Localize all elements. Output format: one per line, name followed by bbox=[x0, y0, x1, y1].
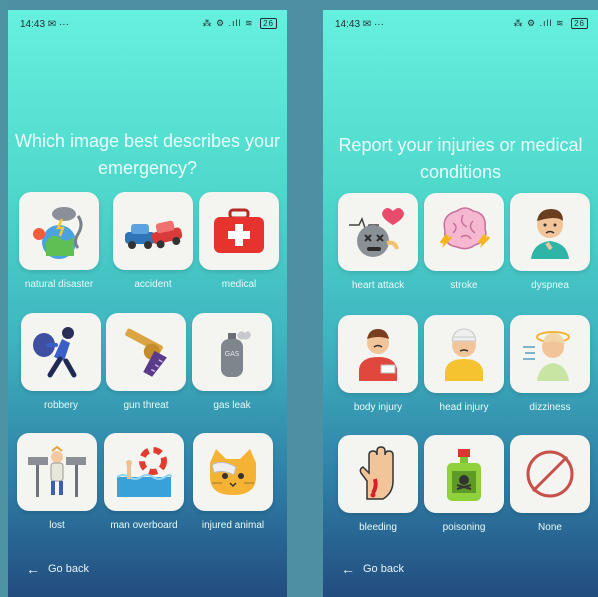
phone-screen-injuries: 14:43 ✉ ··· ⁂ ⚙ .ıll ≋ 26 Report your in… bbox=[323, 10, 598, 597]
option-gun-threat[interactable]: gun threat bbox=[106, 313, 186, 411]
page-title: Which image best describes your emergenc… bbox=[14, 131, 281, 178]
brain-stroke-icon bbox=[439, 207, 491, 250]
option-label: dyspnea bbox=[531, 280, 569, 291]
option-bleeding[interactable]: bleeding bbox=[338, 435, 418, 533]
svg-text:GAS: GAS bbox=[225, 350, 240, 358]
background-strip bbox=[0, 0, 8, 597]
option-tile[interactable] bbox=[510, 193, 590, 271]
option-tile[interactable] bbox=[21, 313, 101, 391]
page-title: Report your injuries or medical conditio… bbox=[338, 135, 583, 182]
status-signal-icons: ⁂ ⚙ .ıll ≋ bbox=[202, 18, 254, 28]
option-lost[interactable]: lost bbox=[17, 433, 97, 531]
option-tile[interactable] bbox=[510, 315, 590, 393]
option-tile[interactable] bbox=[104, 433, 184, 511]
option-natural-disaster[interactable]: natural disaster bbox=[19, 192, 99, 290]
option-body-injury[interactable]: body injury bbox=[338, 315, 418, 413]
option-label: None bbox=[538, 522, 562, 533]
option-stroke[interactable]: stroke bbox=[424, 193, 504, 291]
option-tile[interactable] bbox=[424, 193, 504, 271]
robber-icon bbox=[33, 327, 77, 378]
status-time: 14:43 ✉ ··· bbox=[335, 19, 384, 30]
option-head-injury[interactable]: head injury bbox=[424, 315, 504, 413]
option-medical[interactable]: medical bbox=[199, 192, 279, 290]
option-tile[interactable] bbox=[199, 192, 279, 270]
option-label: dizziness bbox=[529, 402, 571, 413]
phone-screen-emergency-type: 14:43 ✉ ··· ⁂ ⚙ .ıll ≋ 26 Which image be… bbox=[8, 10, 287, 597]
none-circle-slash-icon bbox=[526, 450, 574, 498]
breathing-difficulty-icon bbox=[531, 209, 569, 259]
option-dyspnea[interactable]: dyspnea bbox=[510, 193, 590, 291]
option-tile[interactable] bbox=[17, 433, 97, 511]
heart-attack-icon bbox=[349, 208, 404, 257]
option-label: injured animal bbox=[201, 520, 265, 531]
natural-disaster-icon bbox=[33, 207, 83, 259]
dizzy-person-icon bbox=[523, 331, 570, 381]
option-tile[interactable] bbox=[338, 193, 418, 271]
option-gas-leak[interactable]: GAS gas leak bbox=[192, 313, 272, 411]
option-tile[interactable] bbox=[193, 433, 273, 511]
poison-bottle-icon bbox=[447, 449, 481, 501]
option-injured-animal[interactable]: injured animal bbox=[193, 433, 273, 531]
option-tile[interactable] bbox=[338, 315, 418, 393]
option-none[interactable]: None bbox=[510, 435, 590, 533]
go-back-label: Go back bbox=[363, 563, 404, 575]
first-aid-kit-icon bbox=[214, 208, 264, 253]
option-dizziness[interactable]: dizziness bbox=[510, 315, 590, 413]
option-tile[interactable] bbox=[424, 315, 504, 393]
status-bar: 14:43 ✉ ··· ⁂ ⚙ .ıll ≋ 26 bbox=[8, 10, 287, 36]
go-back-button[interactable]: ← Go back bbox=[26, 561, 89, 577]
option-label: gas leak bbox=[213, 400, 251, 411]
car-accident-icon bbox=[125, 220, 183, 249]
go-back-label: Go back bbox=[48, 563, 89, 575]
arrow-left-icon: ← bbox=[341, 561, 355, 577]
option-tile[interactable] bbox=[19, 192, 99, 270]
lifebuoy-water-icon bbox=[116, 447, 172, 497]
battery-icon: 26 bbox=[260, 18, 277, 29]
option-poisoning[interactable]: poisoning bbox=[424, 435, 504, 533]
bandaged-head-icon bbox=[445, 328, 483, 381]
status-icons: ⁂ ⚙ .ıll ≋ 26 bbox=[202, 18, 277, 29]
revolver-icon bbox=[125, 328, 167, 377]
lost-person-signpost-icon bbox=[28, 445, 86, 497]
battery-icon: 26 bbox=[571, 18, 588, 29]
option-tile[interactable] bbox=[338, 435, 418, 513]
option-tile[interactable] bbox=[424, 435, 504, 513]
option-man-overboard[interactable]: man overboard bbox=[104, 433, 184, 531]
option-tile[interactable]: GAS bbox=[192, 313, 272, 391]
option-robbery[interactable]: robbery bbox=[21, 313, 101, 411]
bleeding-hand-icon bbox=[359, 446, 394, 500]
status-signal-icons: ⁂ ⚙ .ıll ≋ bbox=[513, 18, 565, 28]
background-gap bbox=[287, 0, 323, 597]
gas-cylinder-icon: GAS bbox=[221, 331, 251, 377]
option-accident[interactable]: accident bbox=[113, 192, 193, 290]
arrow-left-icon: ← bbox=[26, 561, 40, 577]
status-time: 14:43 ✉ ··· bbox=[20, 19, 69, 30]
status-bar: 14:43 ✉ ··· ⁂ ⚙ .ıll ≋ 26 bbox=[323, 10, 598, 36]
option-label: medical bbox=[221, 279, 257, 290]
option-tile[interactable] bbox=[106, 313, 186, 391]
injured-person-icon bbox=[359, 329, 397, 381]
option-tile[interactable] bbox=[510, 435, 590, 513]
injured-cat-icon bbox=[210, 449, 256, 495]
option-heart-attack[interactable]: heart attack bbox=[338, 193, 418, 291]
go-back-button[interactable]: ← Go back bbox=[341, 561, 404, 577]
option-tile[interactable] bbox=[113, 192, 193, 270]
status-icons: ⁂ ⚙ .ıll ≋ 26 bbox=[513, 18, 588, 29]
